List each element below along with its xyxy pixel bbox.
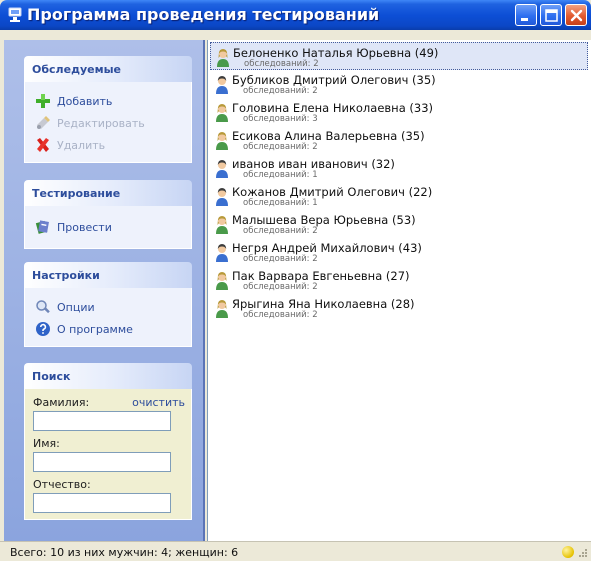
status-text: Всего: 10 из них мужчин: 4; женщин: 6: [10, 546, 239, 559]
male-user-icon: [216, 244, 228, 262]
testing-panel: Тестирование Провести: [24, 180, 192, 249]
run-test-link[interactable]: Провести: [25, 216, 191, 238]
help-icon: [36, 322, 50, 336]
subject-name: иванов иван иванович (32): [232, 157, 395, 171]
subject-test-count: обследований: 2: [243, 86, 318, 96]
male-user-icon: [216, 188, 228, 206]
surname-input[interactable]: [33, 411, 171, 431]
list-item[interactable]: Бубликов Дмитрий Олегович (35) обследован…: [210, 70, 588, 98]
run-test-icon: [35, 220, 49, 234]
subject-name: Пак Варвара Евгеньевна (27): [232, 269, 410, 283]
app-window: Программа проведения тестирований Обслед…: [0, 0, 591, 561]
subject-test-count: обследований: 2: [243, 142, 318, 152]
patronymic-label: Отчество:: [33, 478, 91, 491]
list-item[interactable]: Белоненко Наталья Юрьевна (49) обследован…: [210, 42, 588, 70]
subjects-list[interactable]: Белоненко Наталья Юрьевна (49) обследован…: [207, 40, 591, 541]
options-link[interactable]: Опции: [25, 296, 191, 318]
edit-icon: [37, 116, 50, 129]
subject-test-count: обследований: 3: [243, 114, 318, 124]
subject-name: Бубликов Дмитрий Олегович (35): [232, 73, 436, 87]
list-item[interactable]: Ярыгина Яна Николаевна (28) обследований:…: [210, 294, 588, 322]
list-item[interactable]: Кожанов Дмитрий Олегович (22) обследовани…: [210, 182, 588, 210]
subject-test-count: обследований: 1: [243, 170, 318, 180]
settings-panel-title: Настройки: [24, 262, 192, 288]
title-bar[interactable]: Программа проведения тестирований: [0, 0, 591, 30]
maximize-button[interactable]: [540, 4, 562, 26]
subject-name: Малышева Вера Юрьевна (53): [232, 213, 416, 227]
list-item[interactable]: Малышева Вера Юрьевна (53) обследований: …: [210, 210, 588, 238]
subject-name: Негря Андрей Михайлович (43): [232, 241, 422, 255]
close-icon: [570, 9, 583, 22]
delete-subject-link[interactable]: Удалить: [25, 134, 191, 156]
delete-icon: [37, 138, 49, 152]
resize-grip-icon[interactable]: [576, 546, 588, 558]
list-item[interactable]: Пак Варвара Евгеньевна (27) обследований:…: [210, 266, 588, 294]
search-panel: Поиск Фамилия: очистить Имя: Отчество:: [24, 363, 192, 520]
subjects-panel: Обследуемые Добавить Редактировать Удали…: [24, 56, 192, 163]
add-icon: [36, 94, 50, 108]
subject-name: Ярыгина Яна Николаевна (28): [232, 297, 415, 311]
list-item[interactable]: иванов иван иванович (32) обследований: 1: [210, 154, 588, 182]
subject-name: Кожанов Дмитрий Олегович (22): [232, 185, 433, 199]
options-icon: [36, 300, 50, 314]
subject-test-count: обследований: 2: [244, 59, 319, 69]
window-title: Программа проведения тестирований: [27, 5, 380, 24]
name-input[interactable]: [33, 452, 171, 472]
subject-name: Белоненко Наталья Юрьевна (49): [233, 46, 439, 60]
clear-search-link[interactable]: очистить: [132, 396, 185, 410]
maximize-icon: [545, 9, 558, 22]
close-button[interactable]: [565, 4, 587, 26]
male-user-icon: [216, 76, 228, 94]
task-pane: Обследуемые Добавить Редактировать Удали…: [4, 40, 205, 541]
name-label: Имя:: [33, 437, 60, 450]
female-user-icon: [216, 300, 228, 318]
female-user-icon: [216, 132, 228, 150]
status-bar: Всего: 10 из них мужчин: 4; женщин: 6: [0, 541, 591, 561]
minimize-icon: [521, 18, 528, 21]
subject-test-count: обследований: 2: [243, 226, 318, 236]
subjects-panel-title: Обследуемые: [24, 56, 192, 82]
testing-panel-title: Тестирование: [24, 180, 192, 206]
subject-test-count: обследований: 2: [243, 310, 318, 320]
subject-name: Головина Елена Николаевна (33): [232, 101, 434, 115]
subject-test-count: обследований: 2: [243, 282, 318, 292]
surname-label: Фамилия:: [33, 396, 90, 409]
search-panel-title: Поиск: [24, 363, 192, 389]
male-user-icon: [216, 160, 228, 178]
female-user-icon: [216, 104, 228, 122]
list-item[interactable]: Негря Андрей Михайлович (43) обследований…: [210, 238, 588, 266]
patronymic-input[interactable]: [33, 493, 171, 513]
female-user-icon: [216, 272, 228, 290]
settings-panel: Настройки Опции О программе: [24, 262, 192, 347]
edit-subject-link[interactable]: Редактировать: [25, 112, 191, 134]
minimize-button[interactable]: [515, 4, 537, 26]
add-subject-link[interactable]: Добавить: [25, 90, 191, 112]
female-user-icon: [216, 216, 228, 234]
subject-test-count: обследований: 2: [243, 254, 318, 264]
female-user-icon: [217, 49, 229, 67]
subject-name: Есикова Алина Валерьевна (35): [232, 129, 425, 143]
app-icon: [8, 7, 22, 23]
status-indicator-icon: [562, 546, 574, 558]
list-item[interactable]: Есикова Алина Валерьевна (35) обследовани…: [210, 126, 588, 154]
about-link[interactable]: О программе: [25, 318, 191, 340]
subject-test-count: обследований: 1: [243, 198, 318, 208]
list-item[interactable]: Головина Елена Николаевна (33) обследован…: [210, 98, 588, 126]
subjects-list-items: Белоненко Наталья Юрьевна (49) обследован…: [208, 40, 591, 322]
